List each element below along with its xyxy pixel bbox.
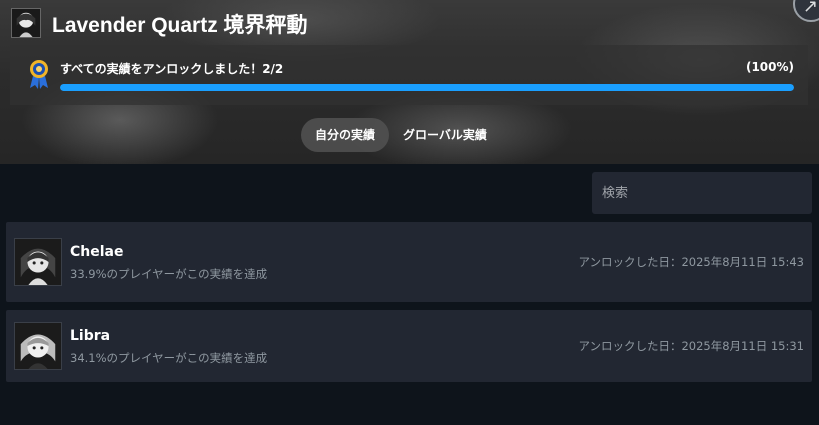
medal-icon [30,60,48,89]
achievement-unlock-date: アンロックした日：2025年8月11日 15:43 [578,255,804,269]
tab-global-achievements[interactable]: グローバル実績 [389,118,501,152]
game-portrait-icon [11,8,41,38]
progress-bar [60,84,794,91]
search-input[interactable] [592,172,812,214]
progress-panel: すべての実績をアンロックしました！2/2 (100%) [10,45,808,105]
achievement-row-chelae[interactable]: Chelae 33.9%のプレイヤーがこの実績を達成 アンロックした日：2025… [6,222,812,302]
game-title: Lavender Quartz 境界秤動 [52,14,308,37]
achievement-description: 33.9%のプレイヤーがこの実績を達成 [70,267,268,281]
achievement-description: 34.1%のプレイヤーがこの実績を達成 [70,351,268,365]
progress-bar-fill [60,84,794,91]
achievement-row-libra[interactable]: Libra 34.1%のプレイヤーがこの実績を達成 アンロックした日：2025年… [6,310,812,382]
progress-label: すべての実績をアンロックしました！2/2 [60,62,284,76]
achievement-tabs: 自分の実績 グローバル実績 [301,118,501,152]
achievement-unlock-date: アンロックした日：2025年8月11日 15:31 [578,339,804,353]
libra-achievement-icon [14,322,62,370]
achievement-name: Libra [70,328,111,344]
tab-my-achievements[interactable]: 自分の実績 [301,118,390,152]
progress-percent: (100%) [745,60,794,74]
chelae-achievement-icon [14,238,62,286]
achievement-name: Chelae [70,244,124,260]
